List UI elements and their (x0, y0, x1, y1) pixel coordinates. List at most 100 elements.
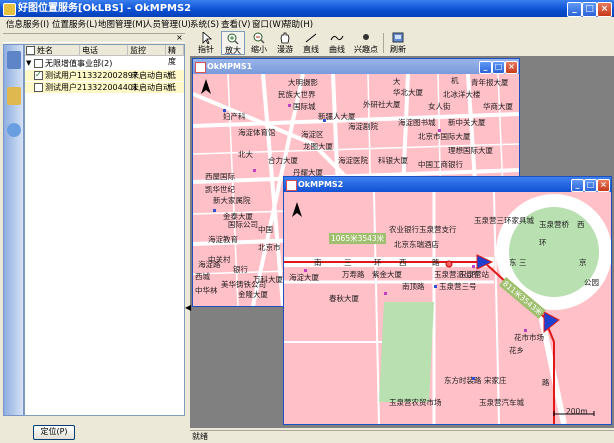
user-precision: 低 (168, 71, 176, 80)
map-label: 新中关大厦 (448, 118, 486, 127)
map-label: 女人街 (428, 102, 451, 111)
map-label: 合力大厦 (268, 156, 298, 165)
tool-zoom-out[interactable]: 缩小 (247, 31, 271, 55)
refresh-icon (392, 32, 404, 43)
maximize-button[interactable]: □ (582, 2, 597, 17)
user-phone: 13322002897 (82, 71, 138, 80)
column-phone[interactable]: 电话 (80, 45, 128, 56)
user-precision: 低 (168, 83, 176, 92)
close-button[interactable]: × (597, 2, 612, 17)
column-precision[interactable]: 精度 (166, 45, 184, 66)
map-label: 海淀大厦 (289, 273, 319, 282)
map-label: 龙图大厦 (303, 142, 333, 151)
menu-view[interactable]: 查看(V) (221, 18, 250, 30)
map-label: 宋家庄 (484, 376, 507, 385)
map1-close-button[interactable]: × (505, 61, 518, 74)
map2-minimize-button[interactable]: _ (571, 179, 584, 192)
map-window-icon (195, 62, 206, 73)
map-label: 华商大厦 (483, 102, 513, 111)
map-label: 玉泉营三号 (439, 282, 477, 291)
map2-maximize-button[interactable]: □ (584, 179, 597, 192)
map2-close-button[interactable]: × (597, 179, 610, 192)
tool-refresh[interactable]: 刷新 (386, 31, 410, 55)
poi-marker[interactable] (472, 265, 475, 268)
map-label: 路 (542, 378, 550, 387)
tool-zoom-in[interactable]: 放大 (221, 31, 245, 55)
poi-marker[interactable] (304, 269, 307, 272)
map-label: 海淀图书城 (398, 118, 436, 127)
poi-marker[interactable] (434, 285, 437, 288)
tool-pointer[interactable]: 指针 (194, 31, 218, 55)
poi-marker[interactable] (472, 377, 475, 380)
table-row[interactable]: 测试用户1 13322002897 未启动自动 低 (25, 69, 184, 81)
menu-user-management[interactable]: 人员管理(U) (144, 18, 191, 30)
group-row[interactable]: ▼ 无限增值事业部(2) (25, 58, 184, 69)
tool-label: 刷新 (390, 45, 406, 54)
map-label: 国际公司 (228, 220, 258, 229)
map-label: 中国工商银行 (418, 160, 463, 169)
menu-map-management[interactable]: 地图管理(M) (98, 18, 146, 30)
map-label: 海淀剧院 (348, 122, 378, 131)
tool-label: 兴趣点 (354, 45, 378, 54)
map-window-2-title-bar[interactable]: OkMPMS2 _ □ × (284, 177, 611, 192)
map-label: 中国 (258, 225, 273, 234)
map-window-2[interactable]: OkMPMS2 _ □ × 1065米3543米 811米3543米 玉泉营三环… (283, 176, 612, 425)
panel-close-icon[interactable]: × (176, 34, 184, 42)
menu-window[interactable]: 窗口(W) (252, 18, 284, 30)
map-label: 北大 (238, 150, 253, 159)
poi-marker[interactable] (223, 109, 226, 112)
map1-maximize-button[interactable]: □ (492, 61, 505, 74)
map-label: 科银大厦 (378, 156, 408, 165)
poi-marker[interactable] (323, 119, 326, 122)
poi-marker[interactable] (384, 292, 387, 295)
tool-curve[interactable]: 曲线 (325, 31, 349, 55)
tool-label: 曲线 (329, 45, 345, 54)
map-label: 南顶路 (402, 282, 425, 291)
menu-location-service[interactable]: 位置服务(L) (52, 18, 97, 30)
menu-help[interactable]: 帮助(H) (283, 18, 313, 30)
window-title: 好图位置服务[OkLBS] - OkMPMS2 (18, 3, 192, 14)
user-list: 姓名 电话 监控 精度 ▼ 无限增值事业部(2) 测试用户1 133220028… (24, 44, 185, 416)
map-label: 东方时装路 (444, 376, 482, 385)
search-icon[interactable] (7, 123, 21, 137)
map-label: 北冰洋大楼 (443, 90, 481, 99)
menu-bar: 信息服务(I) 位置服务(L) 地图管理(M) 人员管理(U) 系统(S) 查看… (0, 17, 614, 31)
poi-marker[interactable] (438, 129, 441, 132)
poi-marker[interactable] (253, 169, 256, 172)
menu-system[interactable]: 系统(S) (190, 18, 219, 30)
locate-button[interactable]: 定位(P) (33, 425, 75, 440)
user-phone: 13322004401 (82, 83, 138, 92)
table-row[interactable]: 测试用户2 13322004401 未启动自动 低 (25, 82, 184, 93)
row-checkbox[interactable] (34, 69, 43, 80)
map-label: 大 (393, 77, 401, 86)
map-label: 大明摄影 (288, 78, 318, 87)
map-label: 路 (432, 258, 440, 267)
map-label: 海淀区 (301, 130, 324, 139)
poi-marker[interactable] (213, 209, 216, 212)
curve-icon (330, 35, 344, 41)
map1-minimize-button[interactable]: _ (479, 61, 492, 74)
tool-poi[interactable]: 兴趣点 (351, 31, 381, 55)
map-label: 万寿路 (342, 270, 365, 279)
tool-pan[interactable]: 漫游 (273, 31, 297, 55)
row-checkbox[interactable] (34, 83, 43, 92)
poi-marker[interactable] (524, 329, 527, 332)
column-monitor[interactable]: 监控 (128, 45, 166, 56)
map-label: 理想国际大厦 (448, 146, 493, 155)
minimize-button[interactable]: _ (567, 2, 582, 17)
map-label: 紫金大厦 (372, 270, 402, 279)
users-icon[interactable] (7, 51, 21, 69)
tool-line[interactable]: 直线 (299, 31, 323, 55)
menu-info-service[interactable]: 信息服务(I) (6, 18, 49, 30)
poi-marker[interactable] (288, 104, 291, 107)
map-window-2-title: OkMPMS2 (298, 180, 344, 189)
map-label: 三 (519, 258, 527, 267)
group-checkbox[interactable] (34, 59, 43, 68)
history-icon[interactable] (7, 87, 21, 105)
column-name[interactable]: 姓名 (35, 45, 80, 56)
map-label: 新大家属院 (213, 196, 251, 205)
map-window-1-title-bar[interactable]: OkMPMS1 _ □ × (193, 59, 519, 74)
status-bar: 就绪 (190, 430, 614, 443)
collapse-icon[interactable]: ▼ (26, 58, 31, 69)
splitter-arrow-icon[interactable]: ◀ (185, 303, 191, 312)
